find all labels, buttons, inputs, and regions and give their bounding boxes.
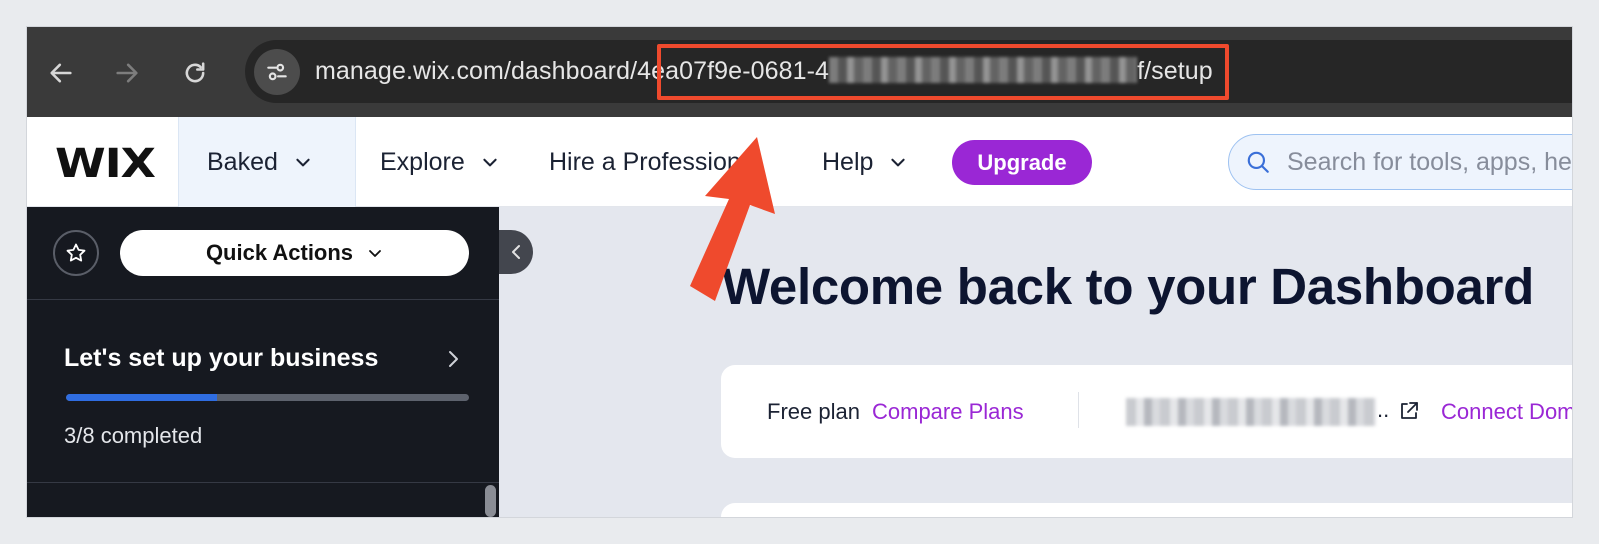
sidebar-divider <box>27 482 499 483</box>
quick-actions-button[interactable]: Quick Actions <box>120 230 469 276</box>
site-info-button[interactable] <box>254 49 300 95</box>
browser-toolbar: manage.wix.com/dashboard/4ea07f9e-0681-4… <box>27 27 1572 117</box>
back-button[interactable] <box>41 53 81 93</box>
redacted-domain <box>1126 398 1376 426</box>
setup-title[interactable]: Let's set up your business <box>64 344 378 373</box>
wix-top-bar: WIX Baked Explore Hire a Professional He… <box>27 117 1572 207</box>
menu-explore-label: Explore <box>380 147 465 176</box>
menu-hire-professional[interactable]: Hire a Professional <box>549 117 760 207</box>
forward-button[interactable] <box>107 53 147 93</box>
menu-help[interactable]: Help <box>822 117 907 207</box>
wix-logo[interactable]: WIX <box>55 141 156 187</box>
sidebar: Quick Actions Let's set up your business… <box>27 207 499 517</box>
next-card <box>721 503 1572 517</box>
chevron-down-icon <box>369 250 381 257</box>
star-icon <box>66 243 86 262</box>
welcome-heading: Welcome back to your Dashboard <box>722 258 1534 315</box>
reload-icon <box>185 62 205 83</box>
menu-explore[interactable]: Explore <box>380 117 499 207</box>
screenshot-frame: manage.wix.com/dashboard/4ea07f9e-0681-4… <box>27 27 1572 517</box>
site-selector[interactable]: Baked <box>178 117 356 207</box>
reload-button[interactable] <box>175 53 215 93</box>
arrow-left-icon <box>50 63 72 83</box>
chevron-right-icon[interactable] <box>445 348 461 370</box>
search-icon <box>1247 151 1269 173</box>
menu-hire-label: Hire a Professional <box>549 147 761 176</box>
tune-icon <box>267 63 287 81</box>
site-name: Baked <box>207 147 278 176</box>
search-bar[interactable] <box>1228 134 1572 190</box>
favorites-button[interactable] <box>53 230 99 276</box>
domain-ellipsis: .. <box>1377 397 1390 422</box>
sidebar-scrollbar[interactable] <box>485 485 496 517</box>
connect-domain-link[interactable]: Connect Domain <box>1441 399 1572 425</box>
setup-progress-fill <box>66 394 218 401</box>
compare-plans-link[interactable]: Compare Plans <box>872 399 1024 425</box>
chevron-down-icon <box>483 158 497 167</box>
menu-help-label: Help <box>822 147 874 176</box>
external-link-icon[interactable] <box>1398 400 1420 422</box>
card-divider <box>1078 392 1079 428</box>
annotation-highlight-box <box>657 44 1229 100</box>
quick-actions-label: Quick Actions <box>205 240 354 265</box>
sidebar-divider <box>27 299 499 300</box>
plan-label: Free plan <box>767 399 860 424</box>
arrow-right-icon <box>116 63 138 83</box>
upgrade-button[interactable]: Upgrade <box>952 140 1092 185</box>
collapse-sidebar-button[interactable] <box>499 230 533 274</box>
chevron-down-icon <box>296 158 310 167</box>
chevron-down-icon <box>891 158 906 167</box>
chevron-left-icon <box>512 245 520 259</box>
search-input[interactable] <box>1287 147 1572 177</box>
setup-progress-bar <box>66 394 469 401</box>
setup-progress-text: 3/8 completed <box>64 423 203 448</box>
plan-card: Free plan Compare Plans .. Connect Domai… <box>721 365 1572 458</box>
